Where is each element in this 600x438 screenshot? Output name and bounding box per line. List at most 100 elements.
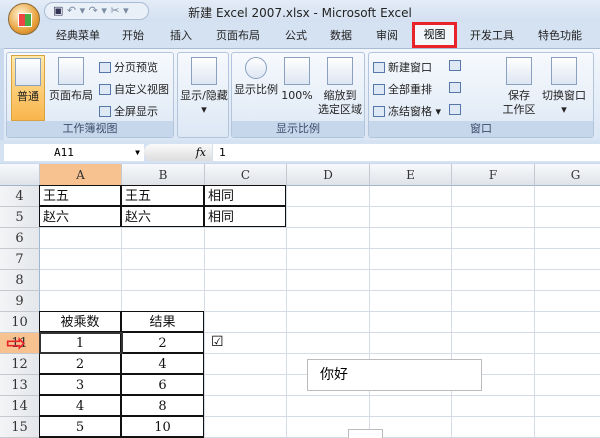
quick-access-toolbar[interactable]: ▣ ↶ ▾ ↷ ▾ ✂ ▾ xyxy=(44,2,149,20)
tab-9[interactable]: 特色功能 xyxy=(538,27,582,43)
column-header-G[interactable]: G xyxy=(535,164,600,186)
gridline xyxy=(40,269,600,270)
save-ws-label-2: 工作区 xyxy=(502,103,536,116)
cell-B11[interactable]: 2 xyxy=(121,332,204,353)
page-layout-label: 页面布局 xyxy=(49,89,93,102)
cell-B13[interactable]: 6 xyxy=(121,374,204,395)
custom-views-button[interactable]: 自定义视图 xyxy=(99,81,169,97)
cell-B5[interactable]: 赵六 xyxy=(121,206,204,227)
chevron-down-icon[interactable]: ▼ xyxy=(135,144,140,161)
normal-view-button[interactable]: 普通 xyxy=(11,55,45,121)
row-header-14[interactable]: 14 xyxy=(0,396,40,417)
switch-windows-button[interactable]: 切换窗口 ▾ xyxy=(537,57,591,117)
group-zoom: 显示比例 100% 缩放到 选定区域 显示比例 xyxy=(231,52,365,138)
switch-label: 切换窗口 xyxy=(542,89,586,102)
unhide-button[interactable] xyxy=(449,103,464,116)
page-icon xyxy=(58,57,84,85)
page-break-icon xyxy=(99,62,111,73)
name-box[interactable]: A11 ▼ xyxy=(4,144,144,161)
group-show-hide: 显示/隐藏 ▾ xyxy=(177,52,229,138)
column-header-B[interactable]: B xyxy=(122,164,205,186)
arrange-all-button[interactable]: 全部重排 xyxy=(373,81,432,97)
column-header-F[interactable]: F xyxy=(452,164,535,186)
group-label: 显示比例 xyxy=(232,121,364,137)
cell-A10[interactable]: 被乘数 xyxy=(39,311,121,332)
row-header-9[interactable]: 9 xyxy=(0,291,40,312)
gridline xyxy=(40,290,600,291)
gridline xyxy=(534,186,535,438)
row-header-15[interactable]: 15 xyxy=(0,417,40,438)
group-window: 新建窗口 全部重排 冻结窗格 ▾ 保存 工作区 切换窗口 ▾ 窗口 xyxy=(368,52,594,138)
group-label: 工作簿视图 xyxy=(7,121,173,137)
full-screen-button[interactable]: 全屏显示 xyxy=(99,103,158,119)
tab-8[interactable]: 开发工具 xyxy=(470,27,514,43)
normal-label: 普通 xyxy=(17,90,39,103)
cell-C4[interactable]: 相同 xyxy=(204,185,286,206)
worksheet-grid[interactable]: A B C D E F G 4 王五 王五 相同 5 赵六 赵六 相同 6 7 8 9 10 被乘数 结果 11 1 2 12 2 4… xyxy=(0,164,600,438)
name-box-value: A11 xyxy=(54,146,74,159)
split-button[interactable] xyxy=(449,59,464,72)
gridline xyxy=(40,227,600,228)
column-header-A[interactable]: A xyxy=(40,164,122,186)
page-layout-button[interactable]: 页面布局 xyxy=(47,57,95,103)
zoom-to-selection-button[interactable]: 缩放到 选定区域 xyxy=(316,57,364,117)
save-icon[interactable]: ▣ xyxy=(53,4,67,17)
tab-1[interactable]: 开始 xyxy=(122,27,144,43)
freeze-panes-button[interactable]: 冻结窗格 ▾ xyxy=(373,103,441,119)
new-window-icon xyxy=(373,62,385,73)
column-header-D[interactable]: D xyxy=(287,164,370,186)
row-header-12[interactable]: 12 xyxy=(0,354,40,375)
row-header-6[interactable]: 6 xyxy=(0,228,40,249)
office-button[interactable] xyxy=(8,3,40,35)
page-100-icon xyxy=(284,57,310,85)
tab-3[interactable]: 页面布局 xyxy=(216,27,260,43)
tab-5[interactable]: 数据 xyxy=(330,27,352,43)
zoom-sel-label-1: 缩放到 xyxy=(323,89,357,102)
checkbox[interactable]: ☑ xyxy=(211,334,224,350)
cell-B10[interactable]: 结果 xyxy=(121,311,204,332)
select-all-corner[interactable] xyxy=(0,164,40,186)
cell-A15[interactable]: 5 xyxy=(39,416,121,437)
cell-B4[interactable]: 王五 xyxy=(121,185,204,206)
zoom-100-button[interactable]: 100% xyxy=(280,57,314,103)
cell-A14[interactable]: 4 xyxy=(39,395,121,416)
group-label: 窗口 xyxy=(369,121,593,137)
qat-buttons[interactable]: ↶ ▾ ↷ ▾ ✂ ▾ xyxy=(67,4,129,17)
cell-B14[interactable]: 8 xyxy=(121,395,204,416)
hide-button[interactable] xyxy=(449,81,464,94)
form-control[interactable] xyxy=(348,429,383,438)
tab-6[interactable]: 审阅 xyxy=(376,27,398,43)
cell-C5[interactable]: 相同 xyxy=(204,206,286,227)
ribbon: 普通 页面布局 分页预览 自定义视图 全屏显示 工作簿视图 显示/隐藏 ▾ 显示比… xyxy=(4,48,600,140)
row-header-4[interactable]: 4 xyxy=(0,186,40,207)
formula-input[interactable]: 1 xyxy=(213,144,600,161)
cell-B12[interactable]: 4 xyxy=(121,353,204,374)
selected-cell-outline xyxy=(39,332,123,354)
row-header-5[interactable]: 5 xyxy=(0,207,40,228)
tab-view[interactable]: 视图 xyxy=(412,22,457,48)
row-header-7[interactable]: 7 xyxy=(0,249,40,270)
cell-A5[interactable]: 赵六 xyxy=(39,206,121,227)
row-header-13[interactable]: 13 xyxy=(0,375,40,396)
full-screen-icon xyxy=(99,106,111,117)
page-break-preview-button[interactable]: 分页预览 xyxy=(99,59,158,75)
cell-A12[interactable]: 2 xyxy=(39,353,121,374)
save-workspace-button[interactable]: 保存 工作区 xyxy=(501,57,537,117)
tab-2[interactable]: 插入 xyxy=(170,27,192,43)
text-box[interactable]: 你好 xyxy=(307,359,482,391)
arrange-icon xyxy=(373,84,385,95)
cell-B15[interactable]: 10 xyxy=(121,416,204,437)
column-header-C[interactable]: C xyxy=(205,164,287,186)
cell-A13[interactable]: 3 xyxy=(39,374,121,395)
new-window-button[interactable]: 新建窗口 xyxy=(373,59,432,75)
show-hide-button[interactable]: 显示/隐藏 ▾ xyxy=(180,57,228,117)
gridline xyxy=(286,186,287,438)
page-break-label: 分页预览 xyxy=(114,61,158,74)
tab-4[interactable]: 公式 xyxy=(285,27,307,43)
row-header-8[interactable]: 8 xyxy=(0,270,40,291)
cell-A4[interactable]: 王五 xyxy=(39,185,121,206)
zoom-button[interactable]: 显示比例 xyxy=(234,57,278,97)
column-header-E[interactable]: E xyxy=(370,164,452,186)
tab-0[interactable]: 经典菜单 xyxy=(56,27,100,43)
fx-button[interactable]: fx xyxy=(144,144,212,161)
